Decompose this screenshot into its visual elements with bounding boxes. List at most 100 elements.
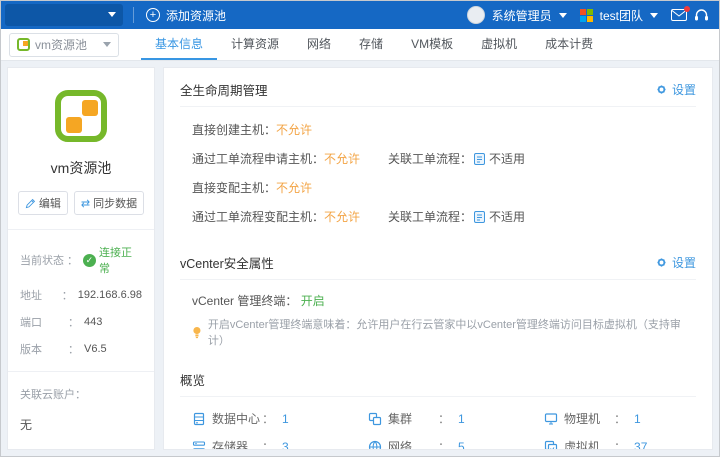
overview-count[interactable]: 3 — [282, 440, 289, 451]
policy-value: 不允许 — [324, 208, 360, 225]
network-icon — [368, 440, 382, 451]
vmware-pool-logo — [55, 90, 107, 142]
team-icon — [580, 9, 593, 22]
tab-network[interactable]: 网络 — [293, 29, 345, 60]
workflow-doc-icon — [474, 211, 485, 223]
overview-item-network: 网络：5 — [368, 438, 544, 450]
chevron-down-icon — [108, 12, 116, 17]
app-window: + 添加资源池 系统管理员 test团队 vm资源池 — [0, 0, 720, 457]
gear-icon — [655, 256, 668, 269]
pool-title: vm资源池 — [20, 158, 142, 178]
storage-icon — [192, 440, 206, 451]
lifecycle-section: 全生命周期管理 设置 直接创建主机：不允许 通过工单流程申请主机：不允许 关联工… — [180, 72, 696, 241]
policy-value: 不允许 — [324, 150, 360, 167]
cluster-icon — [368, 412, 382, 426]
overview-item-host: 物理机：1 — [544, 410, 713, 427]
tab-storage[interactable]: 存储 — [345, 29, 397, 60]
policy-value: 不允许 — [276, 121, 312, 138]
user-menu[interactable]: 系统管理员 — [492, 7, 552, 24]
workspace-selector[interactable] — [5, 4, 123, 26]
pencil-icon — [25, 198, 36, 209]
port-value: 443 — [84, 316, 102, 328]
overview-count[interactable]: 37 — [634, 440, 647, 451]
navbar: vm资源池 基本信息 计算资源 网络 存储 VM模板 虚拟机 成本计费 — [1, 29, 719, 61]
section-title: vCenter安全属性 — [180, 253, 274, 272]
terminal-status: 开启 — [301, 294, 325, 308]
version-value: V6.5 — [84, 343, 107, 355]
notification-badge — [684, 6, 690, 12]
pool-mini-icon — [17, 38, 30, 51]
overview-count[interactable]: 1 — [634, 412, 641, 426]
sync-data-button[interactable]: ⇄ 同步数据 — [74, 191, 144, 215]
lifecycle-settings-button[interactable]: 设置 — [655, 81, 696, 98]
status-value: 连接正常 — [99, 244, 142, 276]
overview-count[interactable]: 1 — [458, 412, 465, 426]
tab-vm-template[interactable]: VM模板 — [397, 29, 467, 60]
terminal-tip: 开启vCenter管理终端意味着：允许用户在行云管家中以vCenter管理终端访… — [192, 316, 696, 348]
policy-value: 不允许 — [276, 179, 312, 196]
team-menu[interactable]: test团队 — [600, 7, 643, 24]
status-row: 当前状态 ： ✓ 连接正常 — [20, 244, 142, 276]
version-row: 版本 ： V6.5 — [20, 341, 142, 357]
pool-selector[interactable]: vm资源池 — [9, 33, 119, 57]
tab-compute[interactable]: 计算资源 — [217, 29, 293, 60]
topbar: + 添加资源池 系统管理员 test团队 — [1, 1, 719, 29]
lifecycle-row: 直接变配主机：不允许 — [192, 179, 696, 196]
tab-vm[interactable]: 虚拟机 — [467, 29, 531, 60]
tab-bar: 基本信息 计算资源 网络 存储 VM模板 虚拟机 成本计费 — [141, 29, 607, 60]
lightbulb-icon — [192, 326, 202, 339]
divider — [133, 7, 134, 23]
divider — [8, 229, 154, 230]
overview-count[interactable]: 1 — [282, 412, 289, 426]
support-button[interactable] — [694, 8, 709, 22]
main-panel: 全生命周期管理 设置 直接创建主机：不允许 通过工单流程申请主机：不允许 关联工… — [163, 67, 713, 450]
vm-icon — [544, 440, 558, 451]
headset-icon — [694, 8, 709, 22]
vcenter-security-section: vCenter安全属性 设置 vCenter 管理终端： 开启 开启vCente… — [180, 245, 696, 358]
cloud-account-label: 关联云账户： — [20, 386, 142, 402]
cloud-account-value: 无 — [20, 416, 142, 433]
tab-basic-info[interactable]: 基本信息 — [141, 29, 217, 60]
lifecycle-row: 通过工单流程变配主机：不允许 关联工单流程： 不适用 — [192, 208, 696, 225]
pool-sidebar: vm资源池 编辑 ⇄ 同步数据 当前状态 ： ✓ 连接正常 地址 — [7, 67, 155, 450]
overview-section: 概览 数据中心：1 集群：1 — [180, 362, 696, 450]
page-body: vm资源池 编辑 ⇄ 同步数据 当前状态 ： ✓ 连接正常 地址 — [1, 61, 719, 456]
terminal-row: vCenter 管理终端： 开启 — [192, 292, 696, 309]
tab-billing[interactable]: 成本计费 — [531, 29, 607, 60]
chevron-down-icon[interactable] — [650, 13, 658, 18]
security-settings-button[interactable]: 设置 — [655, 254, 696, 271]
section-title: 全生命周期管理 — [180, 80, 268, 99]
port-row: 端口 ： 443 — [20, 314, 142, 330]
notifications-button[interactable] — [671, 9, 687, 21]
overview-item-storage: 存储器：3 — [192, 438, 368, 450]
overview-item-datacenter: 数据中心：1 — [192, 410, 368, 427]
datacenter-icon — [192, 412, 206, 426]
overview-item-vm: 虚拟机：37 — [544, 438, 713, 450]
avatar — [467, 6, 485, 24]
topbar-right: 系统管理员 test团队 — [467, 6, 709, 24]
lifecycle-row: 直接创建主机：不允许 — [192, 121, 696, 138]
overview-grid: 数据中心：1 集群：1 物理机：1 存储器：3 — [192, 410, 696, 450]
overview-count[interactable]: 5 — [458, 440, 465, 451]
address-row: 地址 ： 192.168.6.98 — [20, 287, 142, 303]
workflow-value: 不适用 — [489, 150, 525, 167]
divider — [8, 371, 154, 372]
check-circle-icon: ✓ — [83, 254, 96, 267]
chevron-down-icon[interactable] — [559, 13, 567, 18]
workflow-doc-icon — [474, 153, 485, 165]
section-title: 概览 — [180, 370, 205, 389]
workflow-value: 不适用 — [489, 208, 525, 225]
gear-icon — [655, 83, 668, 96]
pool-selector-value: vm资源池 — [35, 36, 98, 53]
edit-button[interactable]: 编辑 — [18, 191, 68, 215]
sync-icon: ⇄ — [81, 197, 90, 210]
physical-host-icon — [544, 412, 558, 426]
chevron-down-icon — [103, 42, 111, 47]
address-value: 192.168.6.98 — [78, 289, 142, 301]
add-pool-button[interactable]: + 添加资源池 — [146, 7, 226, 24]
lifecycle-row: 通过工单流程申请主机：不允许 关联工单流程： 不适用 — [192, 150, 696, 167]
overview-item-cluster: 集群：1 — [368, 410, 544, 427]
sidebar-actions: 编辑 ⇄ 同步数据 — [20, 191, 142, 215]
plus-circle-icon: + — [146, 8, 160, 22]
add-pool-label: 添加资源池 — [166, 7, 226, 24]
